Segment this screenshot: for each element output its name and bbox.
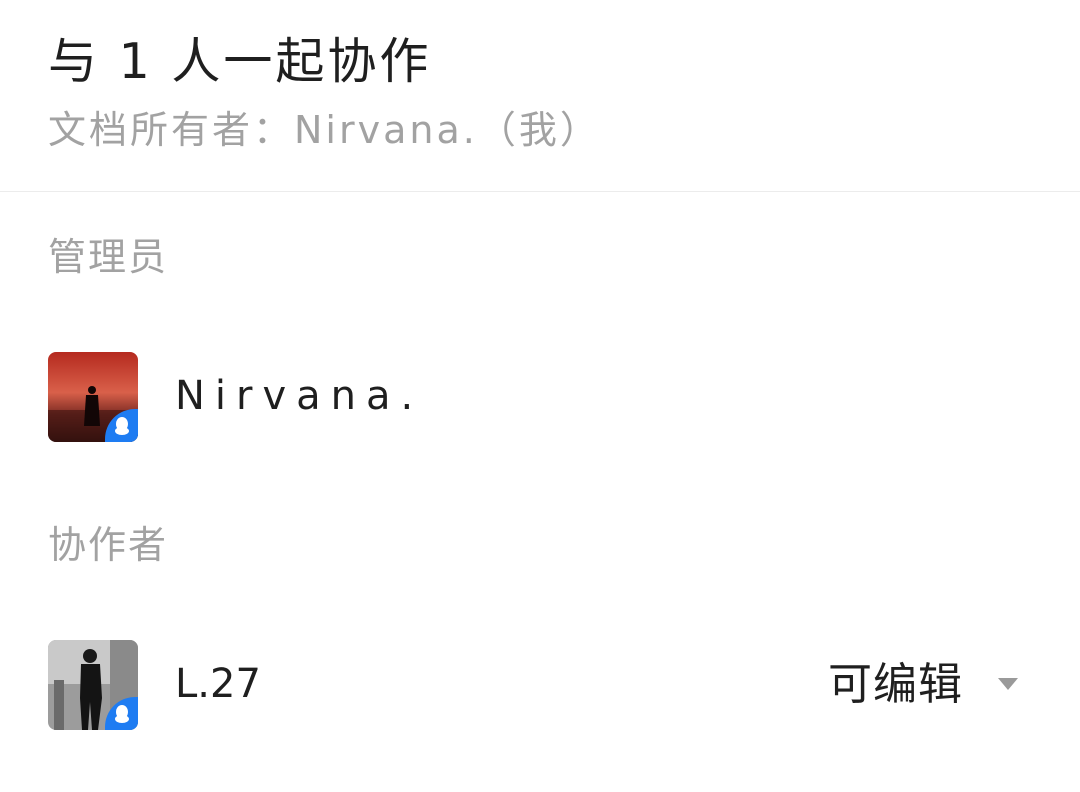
member-name: Nirvana.: [175, 373, 424, 419]
owner-line: 文档所有者：Nirvana.（我）: [48, 108, 601, 152]
section-label-collaborators: 协作者: [48, 523, 169, 567]
page-title: 与 1 人一起协作: [48, 33, 432, 90]
section-label-admins: 管理员: [48, 235, 169, 279]
collaborator-row[interactable]: L.27 可编辑: [0, 630, 1080, 740]
avatar: [48, 640, 138, 730]
permission-label: 可编辑: [828, 659, 963, 710]
permission-dropdown[interactable]: 可编辑: [828, 650, 1028, 720]
member-name: L.27: [175, 661, 261, 707]
caret-down-icon: [998, 678, 1018, 690]
avatar: [48, 352, 138, 442]
admin-row[interactable]: Nirvana.: [0, 342, 1080, 452]
share-header: 与 1 人一起协作 文档所有者：Nirvana.（我）: [0, 0, 1080, 192]
